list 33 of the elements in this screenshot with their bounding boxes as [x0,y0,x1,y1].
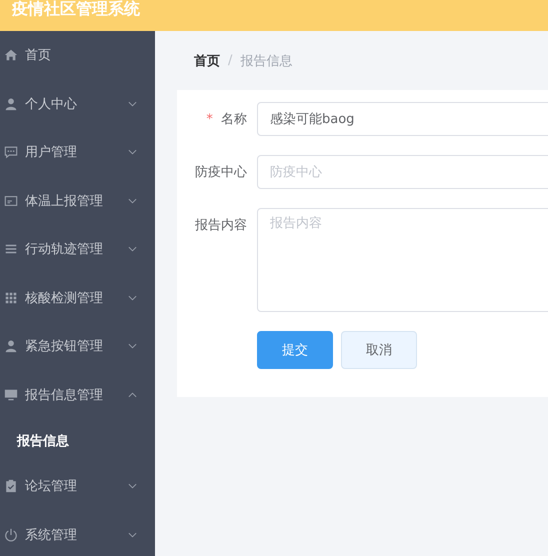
input-field[interactable]: 感染可能baog [257,102,548,136]
grid-icon [4,290,18,305]
menu-item[interactable]: 用户管理 [0,128,155,176]
menu-item[interactable]: 个人中心 [0,80,155,128]
menu-item[interactable]: 报告信息管理 [0,370,155,419]
user-icon [4,96,18,111]
input-field[interactable]: 防疫中心 [257,155,548,189]
field-label: 报告内容 [195,218,247,233]
cancel-button[interactable]: 取消 [341,331,417,369]
menu-item[interactable]: 紧急按钮管理 [0,322,155,370]
breadcrumb-separator: / [228,53,232,68]
menu-item[interactable]: 核酸检测管理 [0,274,155,322]
monitor-icon [4,388,18,402]
chat-icon [4,145,18,160]
field-label: 防疫中心 [195,165,247,180]
clipboard-icon [4,479,18,494]
submenu-item[interactable]: 报告信息 [0,419,155,462]
breadcrumb-item: 报告信息 [240,52,292,70]
menu-item[interactable]: 系统管理 [0,510,155,556]
menu-item[interactable]: 体温上报管理 [0,176,155,225]
app-title: 疫情社区管理系统 [12,0,140,18]
card-icon [4,194,18,208]
textarea-field[interactable]: 报告内容 [257,208,548,312]
menu-item[interactable]: 行动轨迹管理 [0,225,155,274]
menu-item[interactable]: 首页 [0,31,155,80]
home-icon [4,48,18,62]
submit-button[interactable]: 提交 [257,331,333,369]
power-icon [4,528,18,542]
field-label: 名称 [221,112,247,127]
required-mark: * [206,112,213,127]
menu-item[interactable]: 论坛管理 [0,462,155,510]
breadcrumb-item[interactable]: 首页 [194,52,220,70]
user-icon [4,339,18,354]
